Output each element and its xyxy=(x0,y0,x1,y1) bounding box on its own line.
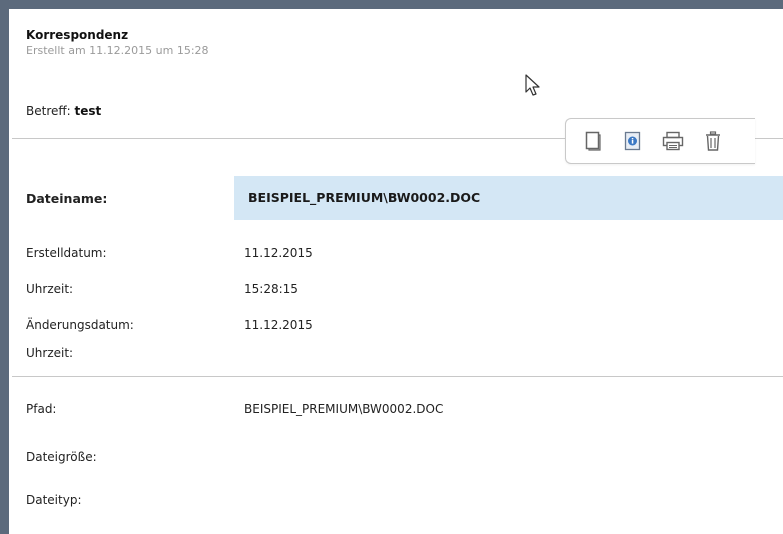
filename-label: Dateiname: xyxy=(26,191,108,206)
delete-button[interactable] xyxy=(702,129,724,153)
filename-value[interactable]: BEISPIEL_PREMIUM\BW0002.DOC xyxy=(234,176,783,220)
modified-time-label: Uhrzeit: xyxy=(26,346,74,360)
trash-icon xyxy=(706,131,720,151)
print-icon xyxy=(662,131,684,151)
info-button[interactable] xyxy=(622,129,644,153)
document-button[interactable] xyxy=(582,129,604,153)
created-info: Erstellt am 11.12.2015 um 15:28 xyxy=(26,44,209,57)
subject-value: test xyxy=(74,104,102,118)
filetype-label: Dateityp: xyxy=(26,493,82,507)
filename-row: Dateiname: BEISPIEL_PREMIUM\BW0002.DOC xyxy=(12,176,783,220)
created-date-label: Erstelldatum: xyxy=(26,246,107,260)
modified-date-value: 11.12.2015 xyxy=(244,318,313,332)
created-time-label: Uhrzeit: xyxy=(26,282,74,296)
document-icon xyxy=(585,131,601,151)
path-value: BEISPIEL_PREMIUM\BW0002.DOC xyxy=(244,402,444,416)
mouse-cursor-icon xyxy=(525,74,540,96)
modified-date-label: Änderungsdatum: xyxy=(26,318,134,332)
page-title: Korrespondenz xyxy=(26,28,129,42)
subject-line: Betreff: test xyxy=(26,104,101,118)
details-divider xyxy=(12,376,783,377)
created-date-value: 11.12.2015 xyxy=(244,246,313,260)
action-toolbar xyxy=(565,118,755,164)
window-frame xyxy=(0,0,783,534)
created-time-value: 15:28:15 xyxy=(244,282,298,296)
subject-label: Betreff: xyxy=(26,104,71,118)
filesize-label: Dateigröße: xyxy=(26,450,97,464)
print-button[interactable] xyxy=(662,129,684,153)
path-label: Pfad: xyxy=(26,402,57,416)
info-icon xyxy=(624,131,641,151)
